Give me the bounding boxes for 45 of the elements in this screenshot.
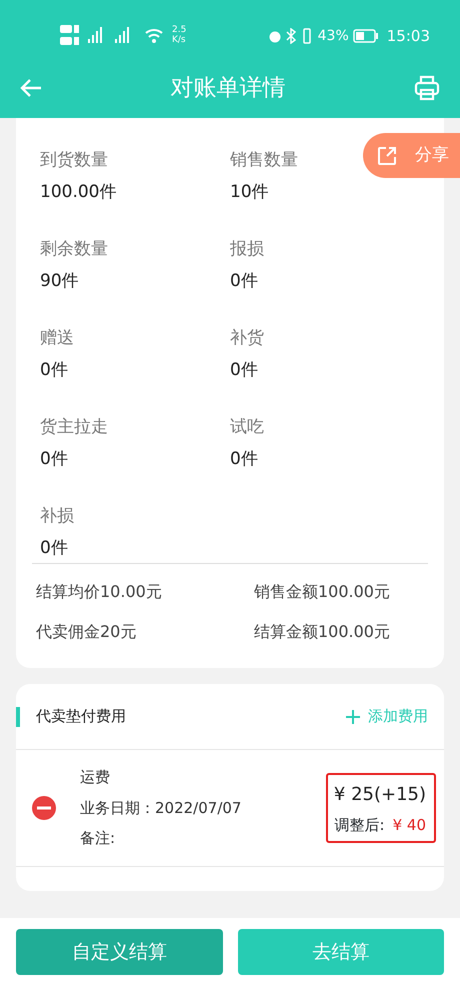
stat-label: 货主拉走 (40, 416, 108, 439)
share-button[interactable]: 分享 (363, 133, 460, 178)
stat-value: 0件 (230, 448, 258, 470)
stat-label: 到货数量 (40, 149, 108, 172)
printer-icon[interactable] (414, 75, 440, 101)
adjusted-value: ¥ 40 (392, 814, 426, 836)
fee-amount: ¥ 25(+15) (334, 782, 426, 807)
stat-label: 补损 (40, 505, 74, 528)
stat-value: 90件 (40, 270, 79, 292)
stat-label: 试吃 (230, 416, 264, 439)
share-icon (377, 146, 397, 166)
stat-label: 剩余数量 (40, 238, 108, 261)
section-title: 代卖垫付费用 (36, 706, 126, 728)
plus-icon (346, 710, 360, 724)
back-arrow-icon[interactable] (20, 78, 42, 98)
stat-label: 赠送 (40, 327, 74, 350)
stat-value: 0件 (230, 358, 258, 382)
custom-settle-button[interactable]: 自定义结算 (16, 929, 222, 975)
remove-icon[interactable] (32, 796, 56, 820)
stat-label: 补货 (230, 327, 264, 350)
battery-icon (352, 29, 379, 43)
stat-value: 0件 (230, 270, 258, 292)
stat-label: 报损 (230, 238, 264, 261)
stat-value: 0件 (40, 358, 68, 382)
summary-text: 结算均价10.00元 (36, 582, 162, 601)
stat-value: 100.00件 (40, 180, 116, 204)
fee-date: 业务日期：2022/07/07 (80, 798, 242, 819)
network-speed: 2.5 (172, 26, 186, 36)
fee-note: 备注: (80, 828, 116, 850)
clock-time: 15:03 (386, 26, 430, 47)
fee-name: 运费 (80, 767, 111, 788)
settle-button[interactable]: 去结算 (238, 929, 444, 975)
add-fee-button[interactable]: 添加费用 (346, 705, 428, 728)
stat-value: 10件 (230, 180, 269, 204)
adjusted-label: 调整后: (334, 814, 385, 836)
summary-text: 结算金额100.00元 (254, 622, 390, 641)
stat-label: 销售数量 (230, 149, 298, 172)
stat-value: 0件 (40, 536, 68, 560)
page-title: 对账单详情 (170, 74, 286, 103)
summary-text: 销售金额100.00元 (254, 582, 390, 601)
network-speed-unit: K/s (172, 36, 186, 46)
battery-percentage: 43% (318, 26, 349, 46)
stat-value: 0件 (40, 448, 68, 470)
bluetooth-icon (286, 28, 296, 44)
summary-text: 代卖佣金20元 (36, 622, 136, 641)
